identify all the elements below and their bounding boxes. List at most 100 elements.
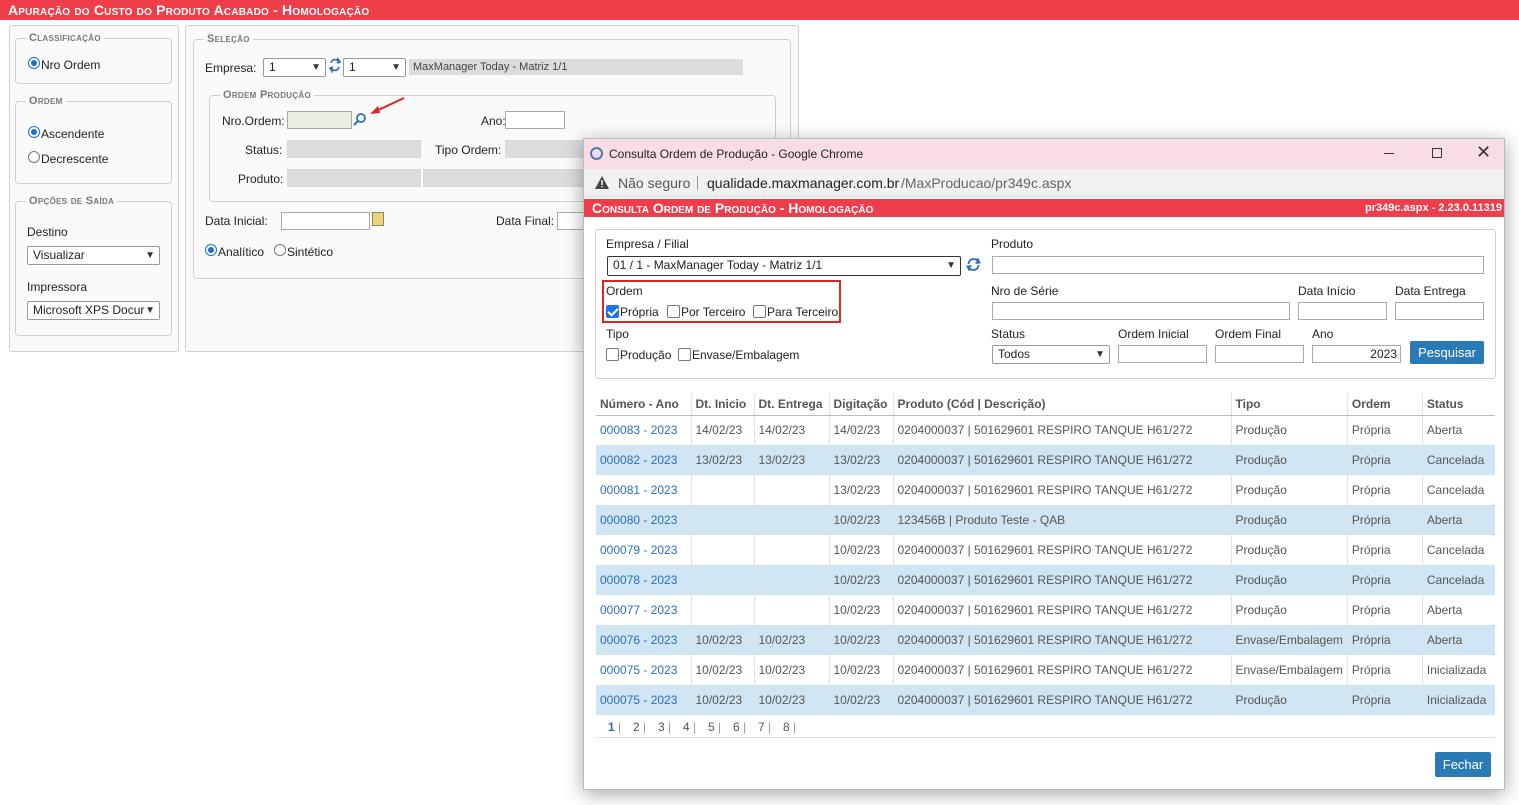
table-row[interactable]: 000075 - 2023 10/02/23 10/02/23 10/02/23 020… [596, 685, 1495, 715]
cell-digitacao: 10/02/23 [829, 655, 894, 685]
page-link[interactable]: 1 [608, 720, 615, 734]
maximize-icon[interactable] [1432, 148, 1442, 158]
ordem-final-input[interactable] [1215, 345, 1304, 363]
cell-num[interactable]: 000082 - 2023 [596, 445, 692, 475]
col-digitacao[interactable]: Digitação [829, 393, 894, 416]
cell-digitacao: 10/02/23 [829, 505, 894, 535]
empresa-select[interactable]: 1 ▼ [263, 58, 326, 77]
refresh-icon[interactable] [966, 257, 981, 272]
nro-ordem-input[interactable] [287, 111, 352, 129]
ordem-inicial-input[interactable] [1118, 345, 1207, 363]
cell-num[interactable]: 000075 - 2023 [596, 685, 692, 715]
close-icon[interactable]: ✕ [1476, 143, 1491, 161]
minimize-icon[interactable] [1384, 153, 1394, 154]
table-row[interactable]: 000082 - 2023 13/02/23 13/02/23 13/02/23 020… [596, 445, 1495, 475]
tipo-ordem-input [505, 140, 583, 158]
popup-window: Consulta Ordem de Produção - Google Chro… [583, 138, 1505, 790]
cell-ordem: Própria [1347, 625, 1423, 655]
table-row[interactable]: 000076 - 2023 10/02/23 10/02/23 10/02/23 020… [596, 625, 1495, 655]
cell-entrega: 10/02/23 [754, 625, 830, 655]
cell-num[interactable]: 000075 - 2023 [596, 655, 692, 685]
cell-status: Aberta [1422, 505, 1495, 535]
empresa-filial-value: 01 / 1 - MaxManager Today - Matriz 1/1 [613, 258, 823, 272]
col-status[interactable]: Status [1422, 393, 1495, 416]
cell-num[interactable]: 000077 - 2023 [596, 595, 692, 625]
data-final-input[interactable] [557, 212, 585, 230]
cell-num[interactable]: 000080 - 2023 [596, 505, 692, 535]
cell-produto: 0204000037 | 501629601 RESPIRO TANQUE H6… [893, 415, 1232, 445]
data-entrega-input[interactable] [1395, 302, 1484, 320]
cell-num[interactable]: 000081 - 2023 [596, 475, 692, 505]
table-row[interactable]: 000081 - 2023 13/02/23 0204000037 | 501629… [596, 475, 1495, 505]
cell-num[interactable]: 000078 - 2023 [596, 565, 692, 595]
decrescente-radio[interactable] [28, 151, 40, 163]
page-separator: | [643, 720, 647, 734]
envase-label: Envase/Embalagem [692, 348, 800, 362]
produto-code-input [287, 169, 421, 187]
refresh-icon[interactable] [328, 56, 342, 74]
table-row[interactable]: 000080 - 2023 10/02/23 123456B | Produto T… [596, 505, 1495, 535]
col-tipo[interactable]: Tipo [1231, 393, 1348, 416]
propria-checkbox[interactable] [606, 305, 619, 318]
nro-serie-input[interactable] [992, 302, 1290, 320]
data-inicial-input[interactable] [281, 212, 370, 230]
cell-num[interactable]: 000076 - 2023 [596, 625, 692, 655]
cell-num[interactable]: 000079 - 2023 [596, 535, 692, 565]
cell-inicio [691, 475, 755, 505]
page-link[interactable]: 3 [658, 720, 665, 734]
impressora-select[interactable]: Microsoft XPS Docur ▼ [27, 301, 160, 320]
producao-checkbox[interactable] [606, 348, 619, 361]
page-link[interactable]: 7 [758, 720, 765, 734]
data-inicio-input[interactable] [1298, 302, 1387, 320]
data-inicio-label: Data Início [1298, 284, 1356, 298]
cell-num[interactable]: 000083 - 2023 [596, 415, 692, 445]
fechar-button[interactable]: Fechar [1435, 752, 1491, 777]
sintetico-radio[interactable] [274, 244, 286, 256]
col-ordem[interactable]: Ordem [1347, 393, 1423, 416]
table-row[interactable]: 000083 - 2023 14/02/23 14/02/23 14/02/23 020… [596, 415, 1495, 445]
table-row[interactable]: 000079 - 2023 10/02/23 0204000037 | 501629… [596, 535, 1495, 565]
por-terceiro-checkbox[interactable] [667, 305, 680, 318]
url-divider [697, 176, 698, 190]
col-produto[interactable]: Produto (Cód | Descrição) [893, 393, 1232, 416]
tipo-ordem-label: Tipo Ordem: [435, 143, 502, 157]
popup-address-bar[interactable]: Não seguro qualidade.maxmanager.com.br /… [584, 169, 1504, 197]
calendar-icon[interactable] [372, 212, 384, 226]
destino-value: Visualizar [33, 248, 85, 262]
para-terceiro-checkbox[interactable] [753, 305, 766, 318]
analitico-radio[interactable] [205, 244, 217, 256]
cell-inicio: 10/02/23 [691, 685, 755, 715]
table-row[interactable]: 000078 - 2023 10/02/23 0204000037 | 501629… [596, 565, 1495, 595]
classificacao-legend: Classificação [26, 32, 104, 44]
table-row[interactable]: 000077 - 2023 10/02/23 0204000037 | 501629… [596, 595, 1495, 625]
status-filter-select[interactable]: Todos ▼ [992, 345, 1110, 364]
not-secure-label: Não seguro [618, 175, 691, 191]
envase-checkbox[interactable] [678, 348, 691, 361]
pesquisar-button[interactable]: Pesquisar [1410, 341, 1484, 364]
ano-filter-input[interactable]: 2023 [1312, 345, 1401, 363]
page-link[interactable]: 8 [783, 720, 790, 734]
col-numero-ano[interactable]: Número - Ano [596, 393, 692, 416]
page-link[interactable]: 4 [683, 720, 690, 734]
decrescente-label: Decrescente [41, 152, 109, 166]
col-dt-inicio[interactable]: Dt. Inicio [691, 393, 755, 416]
produto-filter-label: Produto [991, 237, 1034, 251]
cell-entrega [754, 505, 830, 535]
filial-select[interactable]: 1 ▼ [343, 58, 406, 77]
produto-filter-input[interactable] [992, 256, 1484, 274]
search-icon[interactable] [353, 112, 367, 126]
nro-ordem-label: Nro Ordem [41, 58, 101, 72]
page-link[interactable]: 5 [708, 720, 715, 734]
page-link[interactable]: 2 [633, 720, 640, 734]
page-link[interactable]: 6 [733, 720, 740, 734]
propria-label: Própria [620, 305, 659, 319]
nro-ordem-radio[interactable] [28, 57, 40, 69]
ascendente-radio[interactable] [28, 126, 40, 138]
ano-input[interactable] [505, 111, 565, 129]
cell-ordem: Própria [1347, 475, 1423, 505]
col-dt-entrega[interactable]: Dt. Entrega [754, 393, 830, 416]
destino-select[interactable]: Visualizar ▼ [27, 246, 160, 265]
cell-produto: 0204000037 | 501629601 RESPIRO TANQUE H6… [893, 445, 1232, 475]
empresa-filial-select[interactable]: 01 / 1 - MaxManager Today - Matriz 1/1 ▼ [607, 256, 961, 276]
table-row[interactable]: 000075 - 2023 10/02/23 10/02/23 10/02/23 020… [596, 655, 1495, 685]
